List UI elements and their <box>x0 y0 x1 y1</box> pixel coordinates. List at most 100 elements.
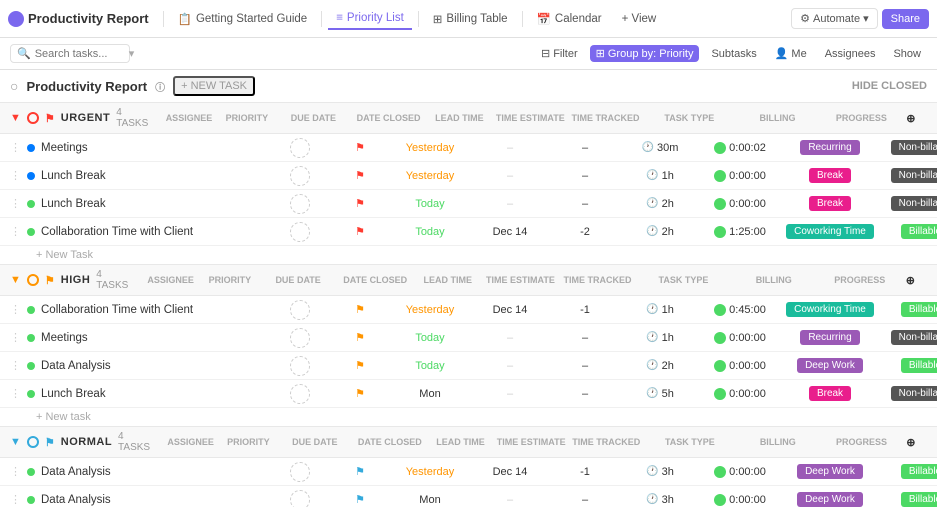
task-type-cell: Break <box>780 386 880 401</box>
search-input[interactable] <box>35 48 125 60</box>
time-estimate-cell: 🕐 1h <box>620 304 700 316</box>
assignee-cell <box>270 384 330 404</box>
project-title: Productivity Report <box>26 79 147 94</box>
task-menu-icon: ⋮ <box>10 465 21 478</box>
show-label: Show <box>893 48 921 60</box>
logo-icon <box>8 11 24 27</box>
date-closed-cell: Dec 14 <box>470 466 550 478</box>
task-menu-icon: ⋮ <box>10 197 21 210</box>
time-estimate-cell: 🕐 2h <box>620 360 700 372</box>
priority-flag-icon: ⚑ <box>355 225 365 238</box>
clock-icon: 🕐 <box>646 332 658 343</box>
subtasks-button[interactable]: Subtasks <box>705 46 762 62</box>
due-date-cell: Yesterday <box>390 170 470 182</box>
automate-button[interactable]: ⚙ Automate ▾ <box>791 8 878 29</box>
clock-icon: 🕐 <box>646 226 658 237</box>
table-row: ⋮ Data Analysis ⚑ Yesterday Dec 14 -1 🕐 … <box>0 458 937 486</box>
tab-getting-started-label: Getting Started Guide <box>196 13 307 25</box>
tab-priority-list[interactable]: ≡ Priority List <box>328 8 412 30</box>
tab-billing-table[interactable]: ⊞ Billing Table <box>425 8 516 30</box>
time-estimate-value: 2h <box>662 198 674 210</box>
search-box[interactable]: 🔍 ▾ <box>10 44 130 63</box>
due-date-cell: Yesterday <box>390 304 470 316</box>
high-add-icon[interactable]: ⊕ <box>906 274 927 287</box>
time-tracked-value: 0:00:00 <box>729 466 766 478</box>
avatar <box>290 490 310 507</box>
normal-add-icon[interactable]: ⊕ <box>906 436 927 449</box>
time-estimate-value: 5h <box>662 388 674 400</box>
avatar <box>290 194 310 214</box>
task-color-dot <box>27 144 35 152</box>
task-name: Meetings <box>41 142 88 154</box>
time-tracked-cell: 0:00:00 <box>700 388 780 400</box>
billing-badge: Billable <box>901 358 937 373</box>
table-row: ⋮ Lunch Break ⚑ Yesterday – – 🕐 1h 0:00:… <box>0 162 937 190</box>
assignees-button[interactable]: Assignees <box>819 46 882 62</box>
priority-cell: ⚑ <box>330 387 390 400</box>
app-logo: Productivity Report <box>8 11 149 27</box>
assignees-label: Assignees <box>825 48 876 60</box>
billing-badge: Billable <box>901 224 937 239</box>
time-estimate-value: 1h <box>662 304 674 316</box>
assignee-cell <box>270 490 330 507</box>
urgent-new-task-row: + New Task <box>0 246 937 264</box>
billing-badge: Non-billable <box>891 196 937 211</box>
tab-priority-list-icon: ≡ <box>336 12 343 24</box>
billing-badge: Billable <box>901 302 937 317</box>
task-name-cell: ⋮ Meetings <box>10 331 270 344</box>
show-button[interactable]: Show <box>887 46 927 62</box>
priority-cell: ⚑ <box>330 169 390 182</box>
group-by-button[interactable]: ⊞ Group by: Priority <box>590 45 700 62</box>
billing-cell: Billable <box>880 358 937 373</box>
time-tracked-icon <box>714 170 726 182</box>
time-estimate-cell: 🕐 2h <box>620 198 700 210</box>
hide-closed-button[interactable]: HIDE CLOSED <box>852 80 927 92</box>
time-estimate-cell: 🕐 1h <box>620 332 700 344</box>
due-date-cell: Yesterday <box>390 142 470 154</box>
filter-button[interactable]: ⊟ Filter <box>535 45 584 62</box>
priority-flag-icon: ⚑ <box>355 387 365 400</box>
task-color-dot <box>27 306 35 314</box>
high-count: 4 TASKS <box>96 269 132 291</box>
task-menu-icon: ⋮ <box>10 225 21 238</box>
time-tracked-icon <box>714 466 726 478</box>
priority-flag-icon: ⚑ <box>355 141 365 154</box>
time-estimate-cell: 🕐 1h <box>620 170 700 182</box>
me-button[interactable]: 👤 Me <box>769 45 813 62</box>
assignee-cell <box>270 356 330 376</box>
task-type-cell: Break <box>780 196 880 211</box>
tab-calendar-icon: 📅 <box>537 12 551 26</box>
task-type-badge: Break <box>809 168 851 183</box>
priority-flag-icon: ⚑ <box>355 465 365 478</box>
tab-getting-started[interactable]: 📋 Getting Started Guide <box>170 8 316 30</box>
urgent-add-icon[interactable]: ⊕ <box>906 112 927 125</box>
avatar <box>290 356 310 376</box>
priority-cell: ⚑ <box>330 465 390 478</box>
due-date-cell: Today <box>390 332 470 344</box>
share-label: Share <box>891 13 920 25</box>
task-type-badge: Deep Work <box>797 492 863 507</box>
lead-time-cell: – <box>550 388 620 400</box>
search-icon: 🔍 <box>17 47 31 60</box>
task-type-cell: Recurring <box>780 140 880 155</box>
date-closed-cell: – <box>470 388 550 400</box>
share-button[interactable]: Share <box>882 9 929 29</box>
tab-calendar[interactable]: 📅 Calendar <box>529 8 610 30</box>
tab-add-view[interactable]: + View <box>614 9 665 29</box>
urgent-new-task-link[interactable]: + New Task <box>36 249 93 261</box>
new-task-button[interactable]: + NEW TASK <box>173 76 255 96</box>
billing-cell: Non-billable <box>880 386 937 401</box>
project-info-icon: ⓘ <box>155 79 165 94</box>
task-type-badge: Coworking Time <box>786 302 874 317</box>
tab-billing-table-icon: ⊞ <box>433 12 443 26</box>
due-date-cell: Today <box>390 226 470 238</box>
toolbar: 🔍 ▾ ⊟ Filter ⊞ Group by: Priority Subtas… <box>0 38 937 70</box>
high-new-task-link[interactable]: + New task <box>36 411 91 423</box>
clock-icon: 🕐 <box>646 198 658 209</box>
avatar <box>290 138 310 158</box>
billing-cell: Non-billable <box>880 196 937 211</box>
avatar <box>290 328 310 348</box>
task-color-dot <box>27 200 35 208</box>
clock-icon: 🕐 <box>646 494 658 505</box>
high-label: HIGH <box>61 274 91 286</box>
